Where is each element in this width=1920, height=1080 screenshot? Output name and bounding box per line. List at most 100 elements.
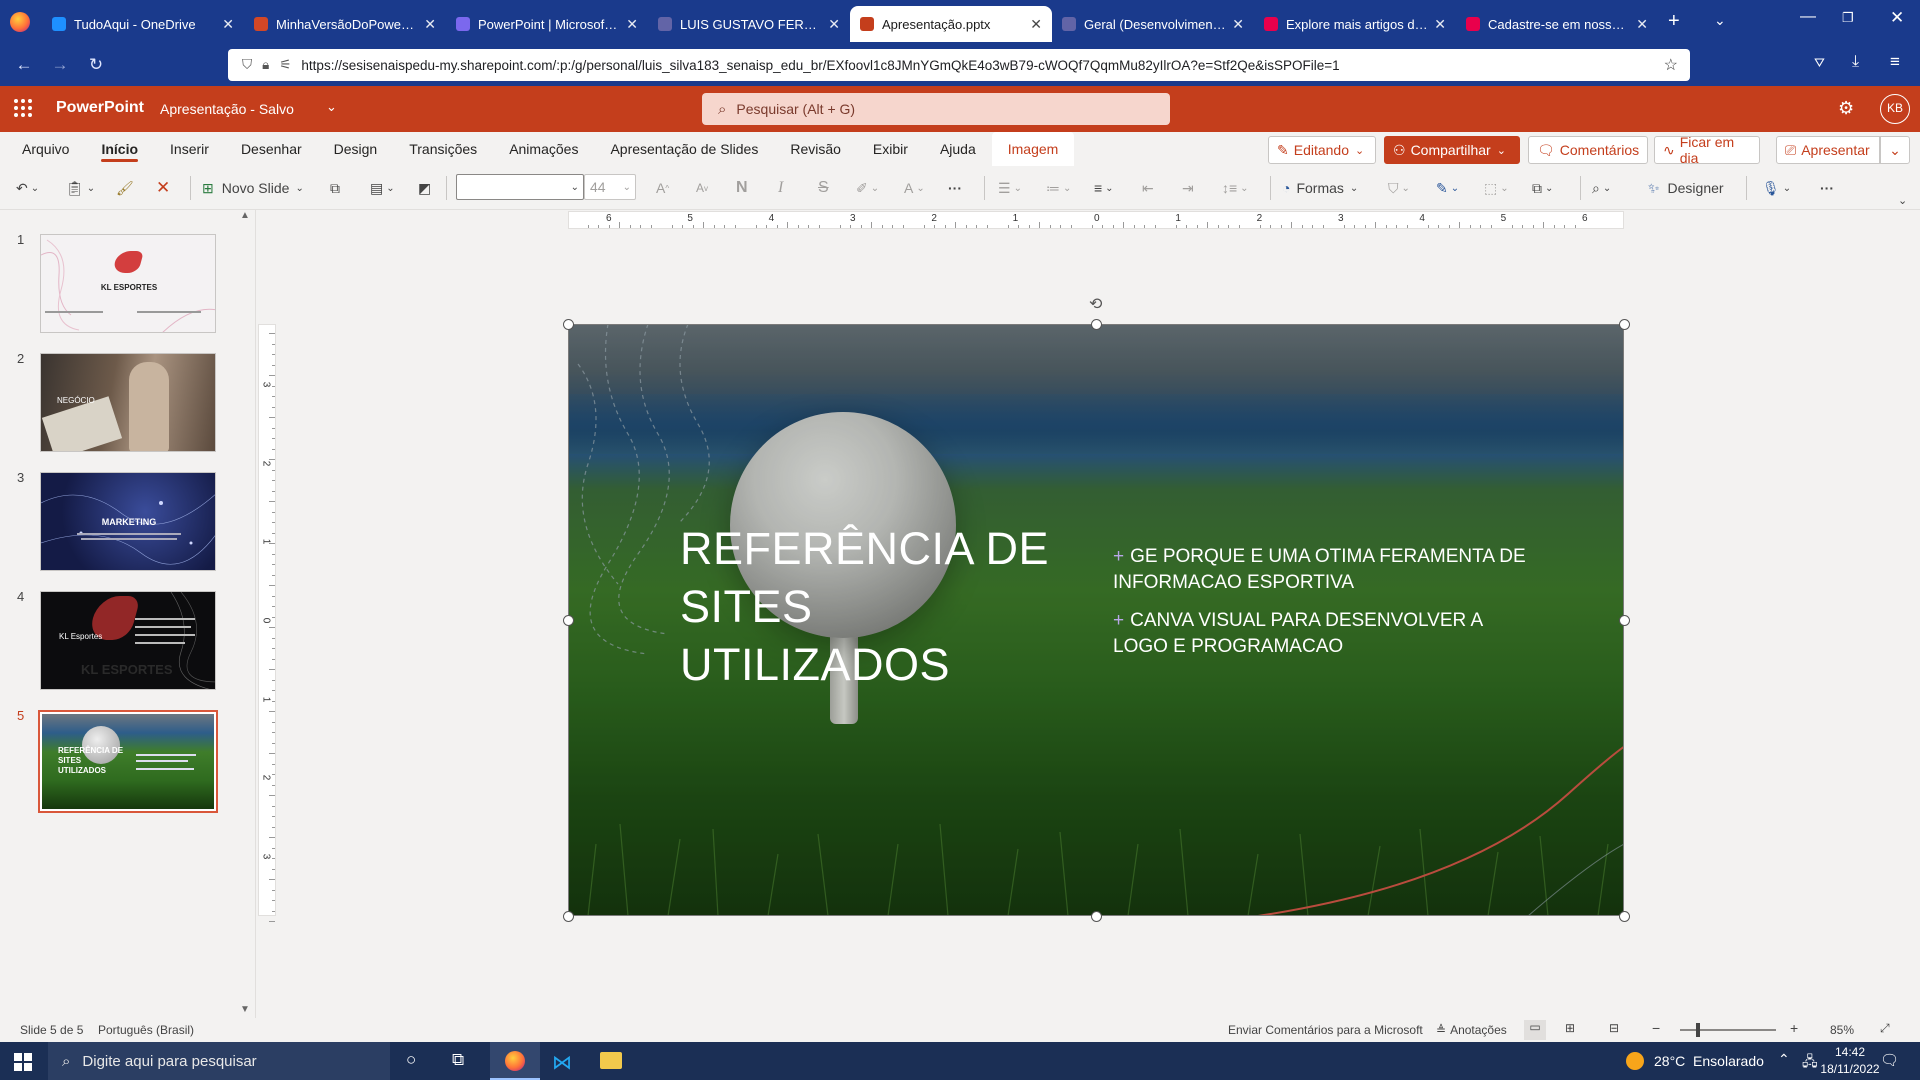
browser-tab[interactable]: Geral (Desenvolvimento We ✕ xyxy=(1052,6,1254,42)
ribbon-tab[interactable]: Revisão xyxy=(774,132,857,166)
dictate-microphone-icon[interactable]: 🎙︎ ⌄ xyxy=(1762,174,1791,202)
back-icon[interactable]: ← xyxy=(6,47,42,83)
delete-icon[interactable]: ✕ xyxy=(156,174,170,202)
scroll-down-icon[interactable]: ▼ xyxy=(240,1004,250,1015)
numbering-icon[interactable]: ≔ ⌄ xyxy=(1046,174,1071,202)
ribbon-tab[interactable]: Exibir xyxy=(857,132,924,166)
close-tab-icon[interactable]: ✕ xyxy=(222,16,234,33)
reload-icon[interactable]: ↻ xyxy=(78,47,114,83)
expand-ribbon-chevron-icon[interactable]: ⌄ xyxy=(1898,186,1907,214)
highlight-icon[interactable]: ✐ ⌄ xyxy=(856,174,879,202)
restore-button[interactable]: ❐ xyxy=(1842,10,1854,26)
ribbon-tab[interactable]: Desenhar xyxy=(225,132,318,166)
present-button[interactable]: ⎚ Apresentar xyxy=(1776,136,1880,164)
reading-view-icon[interactable]: ⊟ xyxy=(1609,1021,1619,1035)
address-bar[interactable]: ⛉ 🔒︎ ⚟ https://sesisenaispedu-my.sharepo… xyxy=(228,49,1690,81)
font-family-select[interactable]: ⌄ xyxy=(456,174,584,200)
close-tab-icon[interactable]: ✕ xyxy=(1636,16,1648,33)
resize-handle-w[interactable] xyxy=(563,615,574,626)
resize-handle-se[interactable] xyxy=(1619,911,1630,922)
resize-handle-sw[interactable] xyxy=(563,911,574,922)
slide-thumbnail-3[interactable]: MARKETING xyxy=(40,472,216,571)
font-color-icon[interactable]: A ⌄ xyxy=(904,174,925,202)
line-spacing-icon[interactable]: ↕≡ ⌄ xyxy=(1222,174,1249,202)
file-explorer-taskbar-icon[interactable] xyxy=(600,1052,622,1069)
resize-handle-nw[interactable] xyxy=(563,319,574,330)
editing-mode-button[interactable]: ✎ Editando ⌄ xyxy=(1268,136,1376,164)
app-launcher-icon[interactable] xyxy=(14,99,32,117)
zoom-in-icon[interactable]: + xyxy=(1790,1020,1798,1036)
decrease-font-icon[interactable]: Av xyxy=(696,174,708,202)
fit-to-window-icon[interactable]: ⤢ xyxy=(1880,1021,1890,1036)
taskbar-search-box[interactable]: ⌕ Digite aqui para pesquisar xyxy=(48,1042,390,1080)
tab-list-chevron-icon[interactable]: ⌄ xyxy=(1714,12,1726,29)
ribbon-tab[interactable]: Transições xyxy=(393,132,493,166)
minimize-button[interactable]: — xyxy=(1800,8,1816,26)
normal-view-icon[interactable]: ▭ xyxy=(1524,1020,1546,1040)
format-painter-icon[interactable]: 🖌︎ xyxy=(116,174,134,202)
reuse-slides-icon[interactable]: ⧉ xyxy=(330,174,340,202)
more-options-icon[interactable]: ··· xyxy=(948,174,962,202)
windows-start-icon[interactable] xyxy=(14,1053,32,1071)
slide-canvas[interactable]: REFERÊNCIA DE SITES UTILIZADOS + GE PORQU… xyxy=(568,324,1624,916)
weather-sun-icon[interactable] xyxy=(1626,1052,1644,1070)
shapes-button[interactable]: ◔ Formas ⌄ xyxy=(1282,174,1358,202)
document-title[interactable]: Apresentação - Salvo xyxy=(160,101,294,117)
tray-chevron-icon[interactable]: ⌃ xyxy=(1778,1051,1790,1068)
slide-thumbnail-2[interactable]: NEGÓCIO xyxy=(40,353,216,452)
browser-tab[interactable]: MinhaVersãoDoPowerPoint ✕ xyxy=(244,6,446,42)
close-tab-icon[interactable]: ✕ xyxy=(828,16,840,33)
close-tab-icon[interactable]: ✕ xyxy=(1030,16,1042,33)
url-text[interactable]: https://sesisenaispedu-my.sharepoint.com… xyxy=(301,58,1339,73)
arrange-icon[interactable]: ⧉ ⌄ xyxy=(1532,174,1553,202)
lock-icon[interactable]: 🔒︎ xyxy=(262,57,269,73)
shield-icon[interactable]: ⛉ xyxy=(242,57,252,73)
scroll-up-icon[interactable]: ▲ xyxy=(240,210,250,221)
weather-text[interactable]: 28°C Ensolarado xyxy=(1654,1053,1764,1069)
avatar[interactable]: KB xyxy=(1880,94,1910,124)
browser-tab[interactable]: TudoAqui - OneDrive ✕ xyxy=(42,6,244,42)
decrease-indent-icon[interactable]: ⇤ xyxy=(1142,174,1154,202)
catch-up-button[interactable]: ∿ Ficar em dia xyxy=(1654,134,1760,166)
resize-handle-e[interactable] xyxy=(1619,615,1630,626)
align-icon[interactable]: ≡ ⌄ xyxy=(1094,174,1114,202)
ribbon-tab[interactable]: Animações xyxy=(493,132,594,166)
find-icon[interactable]: ⌕ ⌄ xyxy=(1592,174,1611,202)
browser-tab[interactable]: PowerPoint | Microsoft 365 ✕ xyxy=(446,6,648,42)
vscode-taskbar-icon[interactable]: ⋈ xyxy=(552,1050,572,1075)
ribbon-tab[interactable]: Imagem xyxy=(991,132,1075,166)
cortana-icon[interactable]: ○ xyxy=(406,1050,416,1070)
slide-thumbnail-5[interactable]: REFERÊNCIA DE SITES UTILIZADOS xyxy=(38,710,218,813)
resize-handle-s[interactable] xyxy=(1091,911,1102,922)
language-indicator[interactable]: Português (Brasil) xyxy=(98,1023,194,1037)
task-view-icon[interactable]: ⧉ xyxy=(452,1050,464,1070)
more-toolbar-icon[interactable]: ··· xyxy=(1820,174,1834,202)
slide-thumbnail-4[interactable]: KL Esportes KL ESPORTES xyxy=(40,591,216,690)
browser-tab[interactable]: Apresentação.pptx ✕ xyxy=(850,6,1052,42)
shape-effects-icon[interactable]: ⬚ ⌄ xyxy=(1484,174,1509,202)
paste-icon[interactable]: 📋︎ ⌄ xyxy=(66,174,95,202)
section-icon[interactable]: ◩ xyxy=(418,174,431,202)
bullets-icon[interactable]: ☰ ⌄ xyxy=(998,174,1022,202)
notes-button[interactable]: ≜ Anotações xyxy=(1436,1023,1507,1037)
font-size-select[interactable]: 44 ⌄ xyxy=(584,174,636,200)
designer-button[interactable]: ✨︎ Designer xyxy=(1648,174,1724,202)
strikethrough-button[interactable]: S xyxy=(818,174,829,202)
browser-tab[interactable]: LUIS GUSTAVO FERREIRA DA ✕ xyxy=(648,6,850,42)
search-box[interactable]: ⌕ Pesquisar (Alt + G) xyxy=(702,93,1170,125)
firefox-taskbar-icon[interactable] xyxy=(490,1042,540,1080)
permissions-icon[interactable]: ⚟ xyxy=(279,57,291,73)
slide-thumbnail-1[interactable]: KL ESPORTES xyxy=(40,234,216,333)
shape-outline-icon[interactable]: ✎ ⌄ xyxy=(1436,174,1459,202)
firefox-menu-icon[interactable] xyxy=(10,12,30,32)
ribbon-tab[interactable]: Design xyxy=(318,132,394,166)
ribbon-tab[interactable]: Ajuda xyxy=(924,132,992,166)
ribbon-tab[interactable]: Arquivo xyxy=(6,132,85,166)
settings-gear-icon[interactable]: ⚙ xyxy=(1838,98,1854,119)
comments-button[interactable]: 🗨︎ Comentários xyxy=(1528,136,1648,164)
slide-title[interactable]: REFERÊNCIA DE SITES UTILIZADOS xyxy=(680,520,1080,694)
ribbon-tab[interactable]: Inserir xyxy=(154,132,225,166)
browser-tab[interactable]: Cadastre-se em nossa news ✕ xyxy=(1456,6,1658,42)
clock-date[interactable]: 18/11/2022 xyxy=(1818,1062,1882,1076)
bookmark-star-icon[interactable]: ☆ xyxy=(1664,55,1678,75)
